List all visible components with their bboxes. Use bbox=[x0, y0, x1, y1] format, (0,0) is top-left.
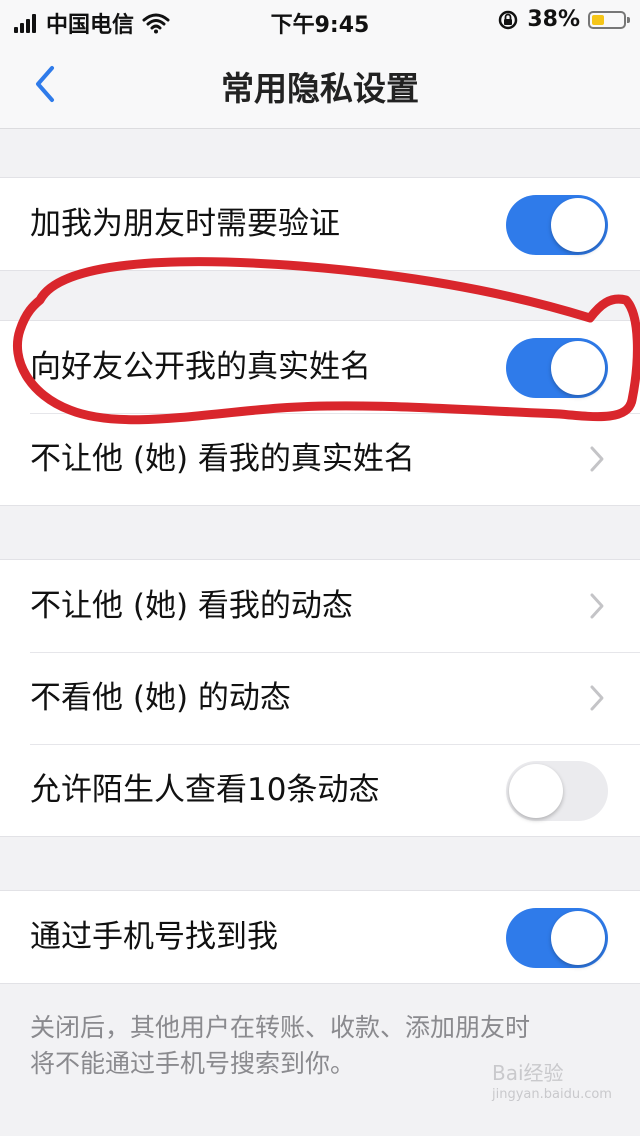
watermark-brand: Bai经验 bbox=[492, 1061, 564, 1085]
toggle-knob bbox=[509, 764, 563, 818]
rotation-lock-icon bbox=[499, 10, 518, 29]
settings-group-phone: 通过手机号找到我 bbox=[0, 890, 640, 984]
row-hide-my-moments[interactable]: 不让他 (她) 看我的动态 bbox=[0, 560, 640, 652]
show-real-name-toggle[interactable] bbox=[506, 338, 608, 398]
settings-group-verification: 加我为朋友时需要验证 bbox=[0, 177, 640, 271]
battery-icon bbox=[588, 10, 630, 29]
nav-bar: 常用隐私设置 bbox=[0, 40, 640, 129]
row-friend-verification: 加我为朋友时需要验证 bbox=[0, 178, 640, 270]
toggle-knob bbox=[551, 198, 605, 252]
chevron-right-icon bbox=[590, 446, 604, 472]
row-label: 允许陌生人查看10条动态 bbox=[30, 772, 380, 808]
row-show-real-name: 向好友公开我的真实姓名 bbox=[0, 321, 640, 413]
row-stranger-moments: 允许陌生人查看10条动态 bbox=[0, 744, 640, 836]
friend-verification-toggle[interactable] bbox=[506, 195, 608, 255]
row-hide-their-moments[interactable]: 不看他 (她) 的动态 bbox=[0, 652, 640, 744]
row-find-by-phone: 通过手机号找到我 bbox=[0, 891, 640, 983]
note-line-1: 关闭后，其他用户在转账、收款、添加朋友时 bbox=[30, 1013, 531, 1042]
settings-group-real-name: 向好友公开我的真实姓名 不让他 (她) 看我的真实姓名 bbox=[0, 320, 640, 506]
row-label: 通过手机号找到我 bbox=[30, 919, 278, 955]
row-hide-real-name[interactable]: 不让他 (她) 看我的真实姓名 bbox=[0, 413, 640, 505]
row-label: 不让他 (她) 看我的真实姓名 bbox=[30, 441, 415, 477]
battery-percent: 38% bbox=[527, 7, 580, 32]
toggle-knob bbox=[551, 911, 605, 965]
watermark-url: jingyan.baidu.com bbox=[492, 1087, 612, 1102]
stranger-moments-toggle[interactable] bbox=[506, 761, 608, 821]
row-label: 向好友公开我的真实姓名 bbox=[30, 349, 371, 385]
status-right: 38% bbox=[497, 7, 630, 32]
chevron-right-icon bbox=[590, 593, 604, 619]
status-bar: 中国电信 下午9:45 38% bbox=[0, 0, 640, 40]
page-title: 常用隐私设置 bbox=[221, 69, 419, 108]
row-label: 加我为朋友时需要验证 bbox=[30, 206, 340, 242]
chevron-right-icon bbox=[590, 685, 604, 711]
settings-group-moments: 不让他 (她) 看我的动态 不看他 (她) 的动态 允许陌生人查看10条动态 bbox=[0, 559, 640, 837]
find-by-phone-toggle[interactable] bbox=[506, 908, 608, 968]
toggle-knob bbox=[551, 341, 605, 395]
row-label: 不看他 (她) 的动态 bbox=[30, 680, 291, 716]
row-label: 不让他 (她) 看我的动态 bbox=[30, 588, 353, 624]
watermark-logo: Bai经验 jingyan.baidu.com bbox=[492, 1062, 612, 1106]
